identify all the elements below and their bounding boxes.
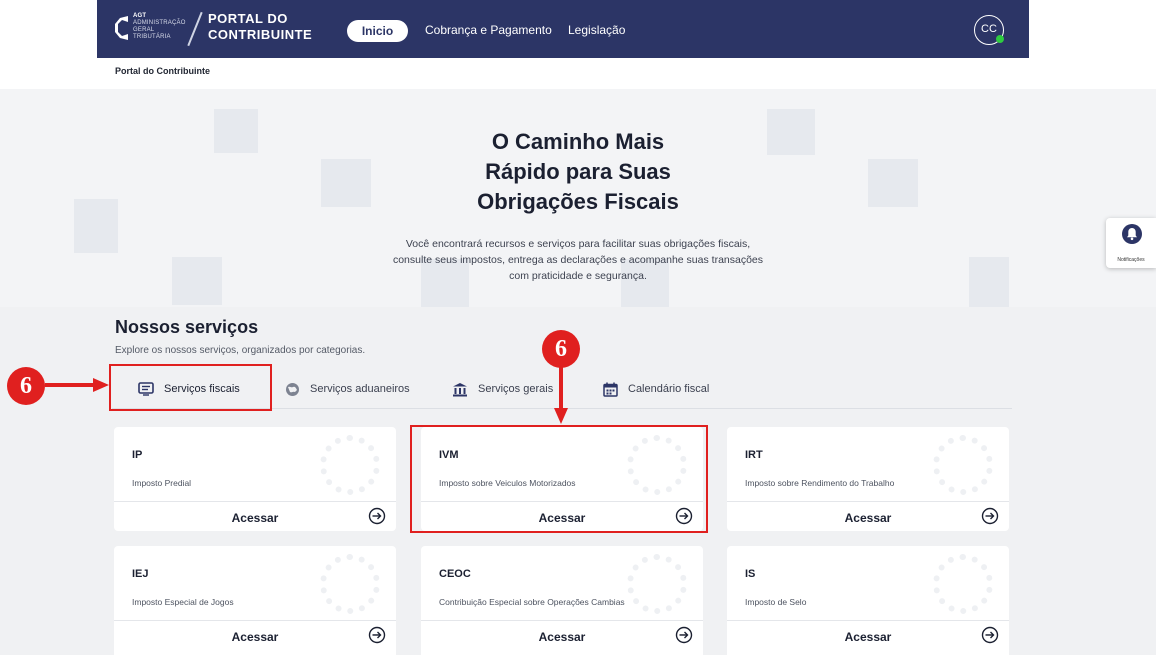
card-code: IS — [745, 568, 756, 580]
card-name: Imposto Predial — [132, 478, 192, 488]
logo-divider — [187, 11, 203, 47]
agt-logo-icon[interactable] — [115, 15, 129, 41]
acessar-button[interactable]: Acessar — [114, 502, 396, 531]
service-card-iej: IEJ Imposto Especial de Jogos Acessar — [114, 546, 396, 655]
acessar-button[interactable]: Acessar — [421, 621, 703, 651]
agt-logo-text: AGT ADMINISTRAÇÃO GERAL TRIBUTÁRIA — [133, 13, 186, 40]
card-name: Imposto de Selo — [745, 597, 807, 607]
card-name: Imposto Especial de Jogos — [132, 597, 234, 607]
card-name: Imposto sobre Rendimento do Trabalho — [745, 478, 895, 488]
hero-title: O Caminho Mais Rápido para Suas Obrigaçõ… — [477, 129, 679, 214]
card-decoration — [627, 554, 687, 614]
annotation-arrow-down-icon — [554, 366, 568, 424]
breadcrumb[interactable]: Portal do Contribuinte — [115, 66, 210, 76]
card-decoration — [320, 554, 380, 614]
card-decoration — [933, 554, 993, 614]
service-card-is: IS Imposto de Selo Acessar — [727, 546, 1009, 655]
card-code: IEJ — [132, 568, 149, 580]
card-decoration — [933, 435, 993, 495]
services-subtitle: Explore os nossos serviços, organizados … — [115, 345, 366, 356]
card-name: Contribuição Especial sobre Operações Ca… — [439, 597, 625, 607]
annotation-step-badge: 6 — [7, 367, 45, 405]
tab-servicos-aduaneiros[interactable]: Serviços aduaneiros — [285, 382, 410, 396]
notifications-label: Notificações — [1117, 257, 1145, 263]
hero-banner: O Caminho Mais Rápido para Suas Obrigaçõ… — [0, 89, 1156, 307]
card-code: CEOC — [439, 568, 471, 580]
arrow-right-circle-icon — [368, 626, 386, 644]
arrow-right-circle-icon — [675, 626, 693, 644]
arrow-right-circle-icon — [368, 507, 386, 525]
globe-icon — [286, 382, 299, 396]
nav-cobranca-pagamento[interactable]: Cobrança e Pagamento — [425, 23, 552, 37]
service-card-ceoc: CEOC Contribuição Especial sobre Operaçõ… — [421, 546, 703, 655]
annotation-highlight-tab — [109, 364, 272, 411]
top-navbar: AGT ADMINISTRAÇÃO GERAL TRIBUTÁRIA PORTA… — [97, 0, 1029, 58]
service-card-ip: IP Imposto Predial Acessar — [114, 427, 396, 531]
acessar-button[interactable]: Acessar — [114, 621, 396, 651]
acessar-button[interactable]: Acessar — [727, 621, 1009, 651]
card-code: IP — [132, 449, 143, 461]
card-decoration — [320, 435, 380, 495]
tab-servicos-gerais[interactable]: Serviços gerais — [452, 382, 553, 396]
annotation-step-badge: 6 — [542, 330, 580, 368]
hero-description: Você encontrará recursos e serviços para… — [392, 238, 764, 282]
nav-legislacao[interactable]: Legislação — [568, 23, 625, 37]
tab-calendario-fiscal[interactable]: Calendário fiscal — [603, 382, 709, 397]
card-code: IRT — [745, 449, 763, 461]
bell-icon — [1122, 224, 1142, 244]
portal-title[interactable]: PORTAL DO CONTRIBUINTE — [208, 11, 312, 43]
arrow-right-circle-icon — [981, 626, 999, 644]
nav-inicio[interactable]: Inicio — [347, 20, 408, 42]
calendar-icon — [603, 382, 618, 397]
service-card-irt: IRT Imposto sobre Rendimento do Trabalho… — [727, 427, 1009, 531]
services-title: Nossos serviços — [115, 317, 259, 337]
notifications-button[interactable]: Notificações — [1106, 218, 1156, 268]
arrow-right-circle-icon — [981, 507, 999, 525]
online-status-dot — [996, 35, 1004, 43]
acessar-button[interactable]: Acessar — [727, 502, 1009, 531]
annotation-arrow-right-icon — [45, 378, 109, 392]
bank-icon — [453, 382, 467, 396]
annotation-highlight-card — [410, 425, 708, 533]
